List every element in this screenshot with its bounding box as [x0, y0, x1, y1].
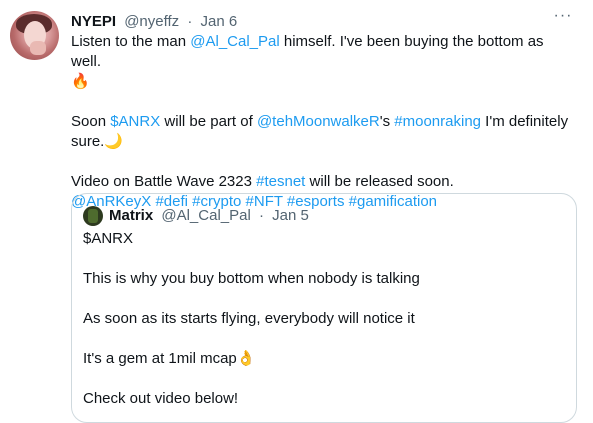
hashtag-link[interactable]: #tesnet	[256, 173, 305, 190]
header-separator: ·	[258, 207, 264, 224]
avatar-hand	[30, 41, 46, 55]
tweet-date[interactable]: Jan 6	[201, 13, 238, 30]
tweet-line-1: Listen to the man @Al_Cal_Pal himself. I…	[71, 32, 576, 72]
quoted-author-name: Matrix	[109, 207, 154, 224]
text-span: Listen to the man	[71, 33, 191, 50]
quoted-tweet-date: Jan 5	[272, 207, 309, 224]
quoted-line: Check out video below!	[83, 390, 239, 407]
quoted-line: It's a gem at 1mil mcap👌	[83, 349, 563, 369]
quoted-line: As soon as its starts flying, everybody …	[83, 310, 415, 327]
quoted-author-handle: @Al_Cal_Pal	[161, 207, 251, 224]
header-separator: ·	[187, 13, 193, 30]
quoted-tweet-text: $ANRX This is why you buy bottom when no…	[83, 229, 563, 409]
quoted-tweet-header: Matrix @Al_Cal_Pal · Jan 5	[109, 206, 309, 226]
fire-emoji-icon: 🔥	[71, 73, 90, 90]
text-span: will be part of	[160, 113, 257, 130]
tweet-line-2: Soon $ANRX will be part of @tehMoonwalke…	[71, 112, 576, 152]
text-span: Soon	[71, 113, 111, 130]
mention-link[interactable]: @tehMoonwalkeR	[257, 113, 380, 130]
more-options-icon[interactable]: ···	[551, 8, 575, 28]
tweet-line-1b: 🔥	[71, 72, 576, 92]
text-span: 's	[379, 113, 395, 130]
tweet-line-3: Video on Battle Wave 2323 #tesnet will b…	[71, 172, 576, 192]
hashtag-link[interactable]: #moonraking	[394, 113, 481, 130]
quoted-author-avatar	[83, 206, 103, 226]
tweet-header: NYEPI @nyeffz · Jan 6	[71, 12, 237, 32]
text-span: It's a gem at 1mil mcap	[83, 350, 237, 367]
author-handle[interactable]: @nyeffz	[124, 13, 179, 30]
quoted-line: $ANRX	[83, 230, 134, 247]
crescent-moon-emoji-icon: 🌙	[104, 133, 124, 150]
ok-hand-emoji-icon: 👌	[236, 350, 256, 367]
quoted-tweet-card[interactable]: Matrix @Al_Cal_Pal · Jan 5 $ANRX This is…	[71, 193, 577, 423]
author-avatar[interactable]	[10, 11, 59, 60]
quoted-line: This is why you buy bottom when nobody i…	[83, 270, 420, 287]
text-span: Video on Battle Wave 2323	[71, 173, 257, 190]
text-span: will be released soon.	[305, 173, 454, 190]
cashtag-link[interactable]: $ANRX	[110, 113, 160, 130]
tweet-text: Listen to the man @Al_Cal_Pal himself. I…	[71, 32, 576, 212]
mention-link[interactable]: @Al_Cal_Pal	[190, 33, 279, 50]
author-name[interactable]: NYEPI	[71, 13, 116, 30]
